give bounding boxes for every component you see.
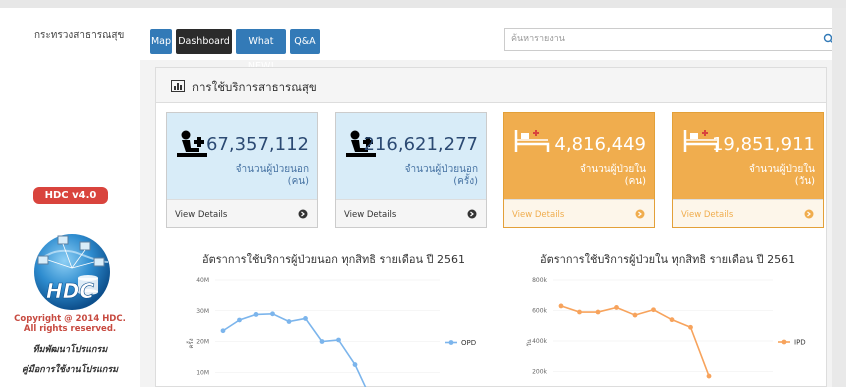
legend-label: OPD (461, 339, 476, 347)
scrollbar-track[interactable] (832, 8, 846, 387)
data-point (319, 339, 325, 344)
y-tick-label: 600k (532, 308, 547, 315)
opd-persons-card[interactable]: 67,357,112 จำนวนผู้ป่วยนอก (คน) View Deta… (166, 112, 318, 228)
view-details-link[interactable]: View Details (681, 210, 733, 220)
y-tick-label: 20M (196, 339, 209, 346)
y-tick-label: 400k (532, 338, 547, 345)
data-point (352, 362, 358, 367)
card-label: จำนวนผู้ป่วยนอก (คน) (235, 164, 309, 187)
data-point (706, 373, 712, 379)
data-point (220, 328, 226, 334)
bar-chart-icon (171, 80, 185, 92)
svg-text:HDC: HDC (46, 279, 94, 303)
y-tick-label: 200k (532, 369, 547, 376)
card-label: จำนวนผู้ป่วยนอก (ครั้ง) (404, 164, 478, 187)
arrow-circle-right-icon[interactable] (298, 209, 308, 219)
y-axis-label: ครั้ง (185, 338, 195, 348)
legend-label: IPD (794, 339, 806, 347)
ministry-name: กระทรวงสาธารณสุข (34, 30, 125, 41)
data-point (632, 312, 638, 318)
card-label: จำนวนผู้ป่วยใน (วัน) (748, 164, 815, 187)
series-line (222, 313, 367, 387)
user-manual-link[interactable]: คู่มือการใช้งานโปรแกรม (4, 362, 136, 376)
arrow-circle-right-icon[interactable] (804, 209, 814, 219)
version-badge: HDC v4.0 (33, 187, 108, 204)
data-point (303, 316, 308, 321)
ipd-chart-title: อัตราการใช้บริการผู้ป่วยใน ทุกสิทธิ รายเ… (540, 253, 796, 266)
nav-qa-button[interactable]: Q&A (290, 29, 320, 54)
card-footer[interactable]: View Details (673, 199, 823, 227)
data-point (336, 337, 341, 343)
opd-chart-title: อัตราการใช้บริการผู้ป่วยนอก ทุกสิทธิ ราย… (202, 253, 466, 266)
data-point (253, 312, 259, 317)
page: กระทรวงสาธารณสุข HDC v4.0 HDC Copyright … (0, 0, 846, 387)
data-point (270, 311, 275, 317)
top-strip (0, 0, 846, 8)
y-axis-label: วัน (526, 339, 533, 346)
hospital-bed-icon (514, 130, 550, 152)
y-tick-label: 40M (196, 277, 209, 284)
view-details-link[interactable]: View Details (512, 210, 564, 220)
top-nav: Map Dashboard What NEW! Q&A ค้นหารายงาน (140, 8, 846, 72)
y-tick-label: 30M (196, 308, 209, 315)
card-footer[interactable]: View Details (504, 199, 654, 227)
nav-map-button[interactable]: Map (150, 29, 172, 54)
hdc-logo[interactable]: HDC (30, 228, 114, 312)
dev-team-link[interactable]: ทีมพัฒนาโปรแกรม (4, 342, 136, 356)
nav-dashboard-button[interactable]: Dashboard (176, 29, 232, 54)
card-label: จำนวนผู้ป่วยใน (คน) (579, 164, 646, 187)
opd-line-chart[interactable]: 10M 20M 30M 40M ครั้ง OPD (160, 268, 500, 387)
ipd-days-card[interactable]: 19,851,911 จำนวนผู้ป่วยใน (วัน) View Deta… (672, 112, 824, 228)
sidebar: กระทรวงสาธารณสุข HDC v4.0 HDC Copyright … (0, 8, 140, 387)
opd-visits-card[interactable]: 216,621,277 จำนวนผู้ป่วยนอก (ครั้ง) View … (335, 112, 487, 228)
data-point (577, 309, 582, 315)
card-footer[interactable]: View Details (167, 199, 317, 227)
copyright-text: Copyright @ 2014 HDC. All rights reserve… (14, 314, 126, 334)
view-details-link[interactable]: View Details (175, 210, 227, 220)
patient-icon (177, 130, 207, 157)
panel-header: การใช้บริการสาธารณสุข (156, 68, 826, 103)
data-point (558, 303, 564, 309)
card-footer[interactable]: View Details (336, 199, 486, 227)
view-details-link[interactable]: View Details (344, 210, 396, 220)
data-point (688, 324, 693, 330)
legend-marker (781, 339, 787, 345)
search-input[interactable]: ค้นหารายงาน (504, 28, 835, 51)
data-point (614, 305, 619, 310)
card-value: 19,851,911 (711, 134, 815, 155)
card-value: 216,621,277 (363, 134, 478, 155)
nav-whats-new-button[interactable]: What NEW! (236, 29, 286, 72)
data-point (669, 317, 675, 323)
ipd-persons-card[interactable]: 4,816,449 จำนวนผู้ป่วยใน (คน) View Detail… (503, 112, 655, 228)
card-value: 4,816,449 (554, 134, 646, 155)
search-placeholder: ค้นหารายงาน (511, 34, 565, 44)
arrow-circle-right-icon[interactable] (467, 209, 477, 219)
legend-marker (448, 340, 454, 345)
panel-title: การใช้บริการสาธารณสุข (192, 80, 317, 94)
arrow-circle-right-icon[interactable] (635, 209, 645, 219)
card-value: 67,357,112 (205, 134, 309, 155)
y-tick-label: 10M (196, 369, 209, 376)
y-tick-label: 800k (532, 277, 547, 284)
data-point (237, 317, 242, 323)
data-point (651, 307, 656, 313)
data-point (595, 309, 601, 315)
data-point (286, 319, 292, 324)
ipd-line-chart[interactable]: 200k 400k 600k 800k วัน IPD (498, 268, 828, 387)
